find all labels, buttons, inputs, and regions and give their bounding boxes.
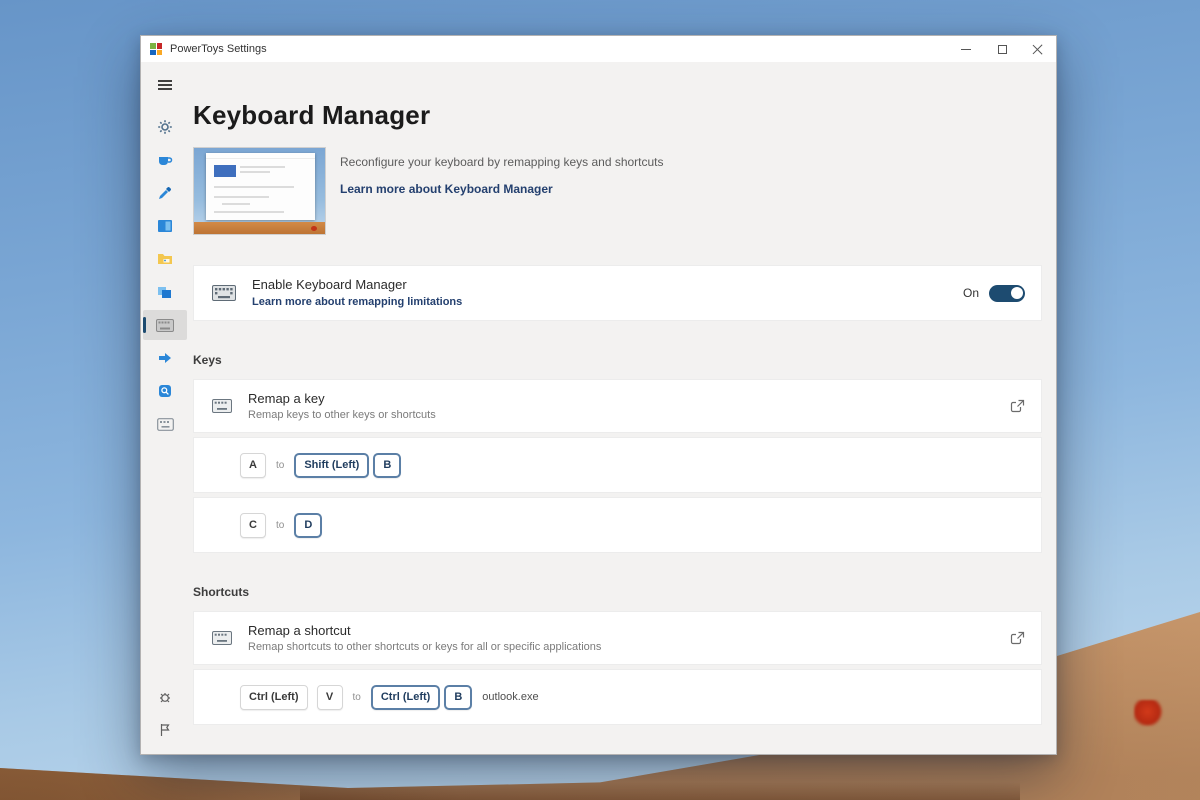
close-icon bbox=[1033, 44, 1043, 54]
keyboard-icon bbox=[156, 319, 174, 332]
preview-mini-window bbox=[206, 153, 315, 220]
keyboard-icon bbox=[212, 631, 232, 645]
to-label: to bbox=[276, 520, 284, 531]
minimize-icon bbox=[961, 49, 971, 50]
sidebar-item-awake[interactable] bbox=[143, 145, 187, 175]
shortcut-guide-icon bbox=[157, 418, 174, 431]
powertoys-logo-icon bbox=[150, 43, 162, 55]
target-app-label: outlook.exe bbox=[482, 691, 538, 703]
remap-shortcut-card[interactable]: Remap a shortcut Remap shortcuts to othe… bbox=[193, 611, 1042, 665]
powertoys-run-icon bbox=[157, 383, 173, 399]
key-chip: D bbox=[294, 513, 322, 538]
sidebar-item-color-picker[interactable] bbox=[143, 178, 187, 208]
keyboard-icon bbox=[212, 285, 236, 301]
color-picker-icon bbox=[157, 185, 173, 201]
remapping-limitations-link[interactable]: Learn more about remapping limitations bbox=[252, 296, 462, 308]
key-chip: Ctrl (Left) bbox=[371, 685, 441, 710]
key-chip: Ctrl (Left) bbox=[240, 685, 308, 710]
shortcut-mapping-row: Ctrl (Left) V to Ctrl (Left) B outlook.e… bbox=[193, 669, 1042, 725]
keyboard-manager-preview-image bbox=[193, 147, 326, 235]
image-resizer-icon bbox=[157, 284, 173, 300]
key-mapping-row: A to Shift (Left) B bbox=[193, 437, 1042, 493]
awake-cup-icon bbox=[157, 152, 173, 168]
preview-poppy bbox=[311, 226, 317, 231]
window-title: PowerToys Settings bbox=[170, 43, 948, 55]
open-remap-shortcut-button[interactable] bbox=[1010, 631, 1025, 646]
remap-shortcut-title: Remap a shortcut bbox=[248, 623, 601, 638]
remap-shortcut-subtitle: Remap shortcuts to other shortcuts or ke… bbox=[248, 641, 601, 653]
page-title: Keyboard Manager bbox=[193, 100, 1042, 131]
shortcuts-section-header: Shortcuts bbox=[193, 585, 1042, 599]
key-mapping-row: C to D bbox=[193, 497, 1042, 553]
sidebar-item-general[interactable] bbox=[143, 112, 187, 142]
key-chip: B bbox=[444, 685, 472, 710]
sidebar-item-image-resizer[interactable] bbox=[143, 277, 187, 307]
hamburger-menu-button[interactable] bbox=[143, 70, 187, 100]
bug-icon bbox=[157, 689, 173, 705]
remap-key-title: Remap a key bbox=[248, 391, 436, 406]
sidebar-item-file-explorer[interactable] bbox=[143, 244, 187, 274]
launch-icon bbox=[1010, 631, 1025, 646]
open-remap-key-button[interactable] bbox=[1010, 399, 1025, 414]
titlebar: PowerToys Settings bbox=[141, 36, 1056, 62]
key-chip: Shift (Left) bbox=[294, 453, 369, 478]
enable-toggle[interactable] bbox=[989, 285, 1025, 302]
feedback-button[interactable] bbox=[143, 715, 187, 745]
remap-key-card[interactable]: Remap a key Remap keys to other keys or … bbox=[193, 379, 1042, 433]
sidebar-item-shortcut-guide[interactable] bbox=[143, 409, 187, 439]
main-content: Keyboard Manager bbox=[189, 62, 1056, 754]
sidebar-item-keyboard-manager[interactable] bbox=[143, 310, 187, 340]
key-chip: C bbox=[240, 513, 266, 538]
preview-ground bbox=[194, 222, 325, 234]
close-button[interactable] bbox=[1020, 36, 1056, 62]
key-chip: B bbox=[373, 453, 401, 478]
navigation-sidebar bbox=[141, 62, 189, 754]
launch-icon bbox=[1010, 399, 1025, 414]
learn-more-link[interactable]: Learn more about Keyboard Manager bbox=[340, 182, 553, 196]
to-label: to bbox=[353, 692, 361, 703]
maximize-icon bbox=[998, 45, 1007, 54]
enable-title: Enable Keyboard Manager bbox=[252, 277, 462, 292]
keyboard-icon bbox=[212, 399, 232, 413]
fancyzones-icon bbox=[157, 218, 173, 234]
maximize-button[interactable] bbox=[984, 36, 1020, 62]
toggle-knob bbox=[1011, 287, 1023, 299]
powerrename-icon bbox=[157, 350, 173, 366]
minimize-button[interactable] bbox=[948, 36, 984, 62]
flag-icon bbox=[157, 722, 173, 738]
key-chip: A bbox=[240, 453, 266, 478]
sidebar-item-powertoys-run[interactable] bbox=[143, 376, 187, 406]
hero-section: Reconfigure your keyboard by remapping k… bbox=[193, 147, 1042, 235]
poppy-flower bbox=[1134, 700, 1164, 726]
desktop-wallpaper: PowerToys Settings bbox=[0, 0, 1200, 800]
powertoys-settings-window: PowerToys Settings bbox=[140, 35, 1057, 755]
enable-card: Enable Keyboard Manager Learn more about… bbox=[193, 265, 1042, 321]
to-label: to bbox=[276, 460, 284, 471]
gear-icon bbox=[157, 119, 173, 135]
keys-section-header: Keys bbox=[193, 353, 1042, 367]
remap-key-subtitle: Remap keys to other keys or shortcuts bbox=[248, 409, 436, 421]
page-description: Reconfigure your keyboard by remapping k… bbox=[340, 155, 664, 169]
bug-report-button[interactable] bbox=[143, 682, 187, 712]
key-chip: V bbox=[317, 685, 343, 710]
sidebar-item-fancyzones[interactable] bbox=[143, 211, 187, 241]
window-controls bbox=[948, 36, 1056, 62]
folder-icon bbox=[157, 251, 173, 267]
toggle-state-label: On bbox=[963, 286, 979, 300]
sidebar-item-powerrename[interactable] bbox=[143, 343, 187, 373]
